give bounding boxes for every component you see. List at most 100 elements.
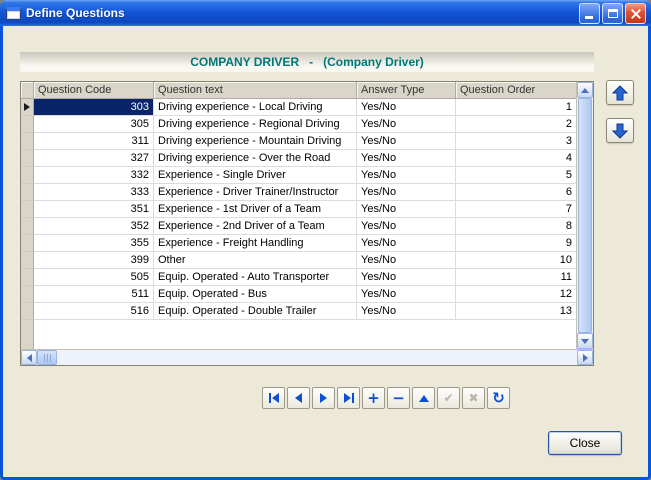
vertical-scroll-track[interactable] <box>577 98 593 333</box>
cell-question-text[interactable]: Experience - Driver Trainer/Instructor <box>154 184 357 201</box>
horizontal-scroll-track[interactable] <box>57 350 577 365</box>
cell-question-order[interactable]: 5 <box>456 167 576 184</box>
cell-question-text[interactable]: Equip. Operated - Bus <box>154 286 357 303</box>
table-row[interactable]: 351 Experience - 1st Driver of a Team Ye… <box>21 201 576 218</box>
nav-insert-button[interactable]: + <box>362 387 385 409</box>
cell-question-text[interactable]: Experience - Single Driver <box>154 167 357 184</box>
cell-answer-type[interactable]: Yes/No <box>357 235 456 252</box>
table-row[interactable]: 511 Equip. Operated - Bus Yes/No 12 <box>21 286 576 303</box>
cell-answer-type[interactable]: Yes/No <box>357 286 456 303</box>
cell-question-text[interactable]: Driving experience - Over the Road <box>154 150 357 167</box>
nav-cancel-button[interactable]: ✖ <box>462 387 485 409</box>
cell-question-text[interactable]: Driving experience - Local Driving <box>154 99 357 116</box>
column-header-question-text[interactable]: Question text <box>154 82 357 99</box>
column-header-question-code[interactable]: Question Code <box>34 82 154 99</box>
close-button[interactable]: Close <box>548 431 622 455</box>
cell-question-order[interactable]: 2 <box>456 116 576 133</box>
nav-first-button[interactable] <box>262 387 285 409</box>
cell-answer-type[interactable]: Yes/No <box>357 218 456 235</box>
cell-answer-type[interactable]: Yes/No <box>357 133 456 150</box>
scroll-down-button[interactable] <box>577 333 593 349</box>
cell-answer-type[interactable]: Yes/No <box>357 184 456 201</box>
cell-question-order[interactable]: 7 <box>456 201 576 218</box>
cell-question-order[interactable]: 8 <box>456 218 576 235</box>
cell-question-code[interactable]: 311 <box>34 133 154 150</box>
table-row[interactable]: 332 Experience - Single Driver Yes/No 5 <box>21 167 576 184</box>
cell-answer-type[interactable]: Yes/No <box>357 303 456 320</box>
cell-question-text[interactable]: Equip. Operated - Double Trailer <box>154 303 357 320</box>
nav-last-button[interactable] <box>337 387 360 409</box>
table-row[interactable]: 327 Driving experience - Over the Road Y… <box>21 150 576 167</box>
scroll-left-button[interactable] <box>21 350 37 365</box>
cell-answer-type[interactable]: Yes/No <box>357 167 456 184</box>
cell-question-order[interactable]: 4 <box>456 150 576 167</box>
cell-question-text[interactable]: Other <box>154 252 357 269</box>
table-row[interactable]: 303 Driving experience - Local Driving Y… <box>21 99 576 116</box>
cell-question-text[interactable]: Experience - Freight Handling <box>154 235 357 252</box>
nav-post-button[interactable]: ✔ <box>437 387 460 409</box>
minimize-button[interactable] <box>579 3 600 24</box>
cell-question-text[interactable]: Driving experience - Regional Driving <box>154 116 357 133</box>
cell-question-order[interactable]: 3 <box>456 133 576 150</box>
nav-edit-button[interactable] <box>412 387 435 409</box>
table-row[interactable]: 355 Experience - Freight Handling Yes/No… <box>21 235 576 252</box>
column-header-answer-type[interactable]: Answer Type <box>357 82 456 99</box>
cell-question-code[interactable]: 355 <box>34 235 154 252</box>
cell-answer-type[interactable]: Yes/No <box>357 201 456 218</box>
column-header-question-order[interactable]: Question Order <box>456 82 576 99</box>
cell-answer-type[interactable]: Yes/No <box>357 99 456 116</box>
nav-refresh-button[interactable]: ↻ <box>487 387 510 409</box>
cell-answer-type[interactable]: Yes/No <box>357 116 456 133</box>
cell-question-code[interactable]: 305 <box>34 116 154 133</box>
titlebar[interactable]: Define Questions <box>0 0 651 26</box>
cell-question-code[interactable]: 327 <box>34 150 154 167</box>
move-up-button[interactable] <box>606 80 634 105</box>
vertical-scrollbar[interactable] <box>576 82 593 349</box>
cell-question-code[interactable]: 511 <box>34 286 154 303</box>
cell-question-code[interactable]: 516 <box>34 303 154 320</box>
cell-question-text[interactable]: Driving experience - Mountain Driving <box>154 133 357 150</box>
cell-question-order[interactable]: 11 <box>456 269 576 286</box>
table-row[interactable]: 333 Experience - Driver Trainer/Instruct… <box>21 184 576 201</box>
table-row[interactable]: 516 Equip. Operated - Double Trailer Yes… <box>21 303 576 320</box>
table-row[interactable]: 311 Driving experience - Mountain Drivin… <box>21 133 576 150</box>
cell-question-text[interactable]: Equip. Operated - Auto Transporter <box>154 269 357 286</box>
scroll-up-button[interactable] <box>577 82 593 98</box>
table-row[interactable]: 305 Driving experience - Regional Drivin… <box>21 116 576 133</box>
next-record-icon <box>320 393 327 403</box>
cell-answer-type[interactable]: Yes/No <box>357 252 456 269</box>
table-row[interactable]: 505 Equip. Operated - Auto Transporter Y… <box>21 269 576 286</box>
row-indicator-cell <box>21 184 34 201</box>
table-row[interactable]: 399 Other Yes/No 10 <box>21 252 576 269</box>
cell-question-order[interactable]: 13 <box>456 303 576 320</box>
horizontal-scrollbar[interactable] <box>21 349 593 365</box>
cell-question-order[interactable]: 12 <box>456 286 576 303</box>
move-down-button[interactable] <box>606 118 634 143</box>
nav-prior-button[interactable] <box>287 387 310 409</box>
cell-question-order[interactable]: 9 <box>456 235 576 252</box>
vertical-scroll-thumb[interactable] <box>578 98 592 333</box>
nav-delete-button[interactable]: − <box>387 387 410 409</box>
nav-next-button[interactable] <box>312 387 335 409</box>
cell-answer-type[interactable]: Yes/No <box>357 150 456 167</box>
row-indicator-cell <box>21 269 34 286</box>
table-row[interactable]: 352 Experience - 2nd Driver of a Team Ye… <box>21 218 576 235</box>
cell-answer-type[interactable]: Yes/No <box>357 269 456 286</box>
maximize-button[interactable] <box>602 3 623 24</box>
cell-question-order[interactable]: 6 <box>456 184 576 201</box>
cell-question-code[interactable]: 333 <box>34 184 154 201</box>
cell-question-code[interactable]: 399 <box>34 252 154 269</box>
grid-header-row: Question Code Question text Answer Type … <box>21 82 576 99</box>
close-window-button[interactable] <box>625 3 646 24</box>
cell-question-code[interactable]: 351 <box>34 201 154 218</box>
cell-question-code[interactable]: 352 <box>34 218 154 235</box>
cell-question-code[interactable]: 303 <box>34 99 154 116</box>
cell-question-order[interactable]: 1 <box>456 99 576 116</box>
horizontal-scroll-thumb[interactable] <box>37 350 57 365</box>
cell-question-text[interactable]: Experience - 2nd Driver of a Team <box>154 218 357 235</box>
cell-question-code[interactable]: 332 <box>34 167 154 184</box>
cell-question-order[interactable]: 10 <box>456 252 576 269</box>
cell-question-text[interactable]: Experience - 1st Driver of a Team <box>154 201 357 218</box>
cell-question-code[interactable]: 505 <box>34 269 154 286</box>
scroll-right-button[interactable] <box>577 350 593 365</box>
